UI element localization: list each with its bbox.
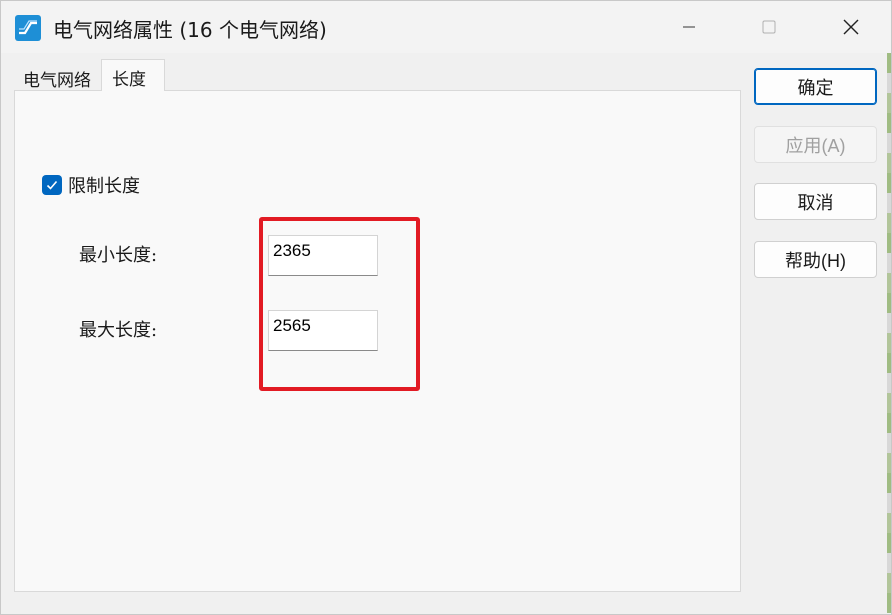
tab-length[interactable]: 长度 (101, 59, 165, 91)
checkmark-icon (46, 180, 58, 190)
title-bar[interactable]: 电气网络属性 (16 个电气网络) (1, 1, 891, 53)
maximize-button[interactable] (729, 1, 809, 53)
maximize-icon (762, 20, 776, 34)
properties-dialog: 电气网络属性 (16 个电气网络) 电气网络 长度 限制长度 最小长度: 236… (0, 0, 892, 615)
close-button[interactable] (811, 1, 891, 53)
tab-electrical-network[interactable]: 电气网络 (15, 63, 101, 91)
limit-length-label[interactable]: 限制长度 (68, 172, 140, 198)
minimize-button[interactable] (649, 1, 729, 53)
minimize-icon (683, 26, 695, 28)
highlight-box (259, 217, 420, 391)
window-title: 电气网络属性 (16 个电气网络) (53, 18, 327, 42)
network-app-icon (15, 15, 41, 41)
close-icon (843, 19, 859, 35)
ok-button[interactable]: 确定 (754, 68, 877, 105)
max-length-label: 最大长度: (79, 320, 158, 341)
background-window-edge (887, 53, 891, 613)
apply-button[interactable]: 应用(A) (754, 126, 877, 163)
limit-length-checkbox[interactable] (42, 175, 62, 195)
cancel-button[interactable]: 取消 (754, 183, 877, 220)
min-length-label: 最小长度: (79, 245, 158, 266)
help-button[interactable]: 帮助(H) (754, 241, 877, 278)
